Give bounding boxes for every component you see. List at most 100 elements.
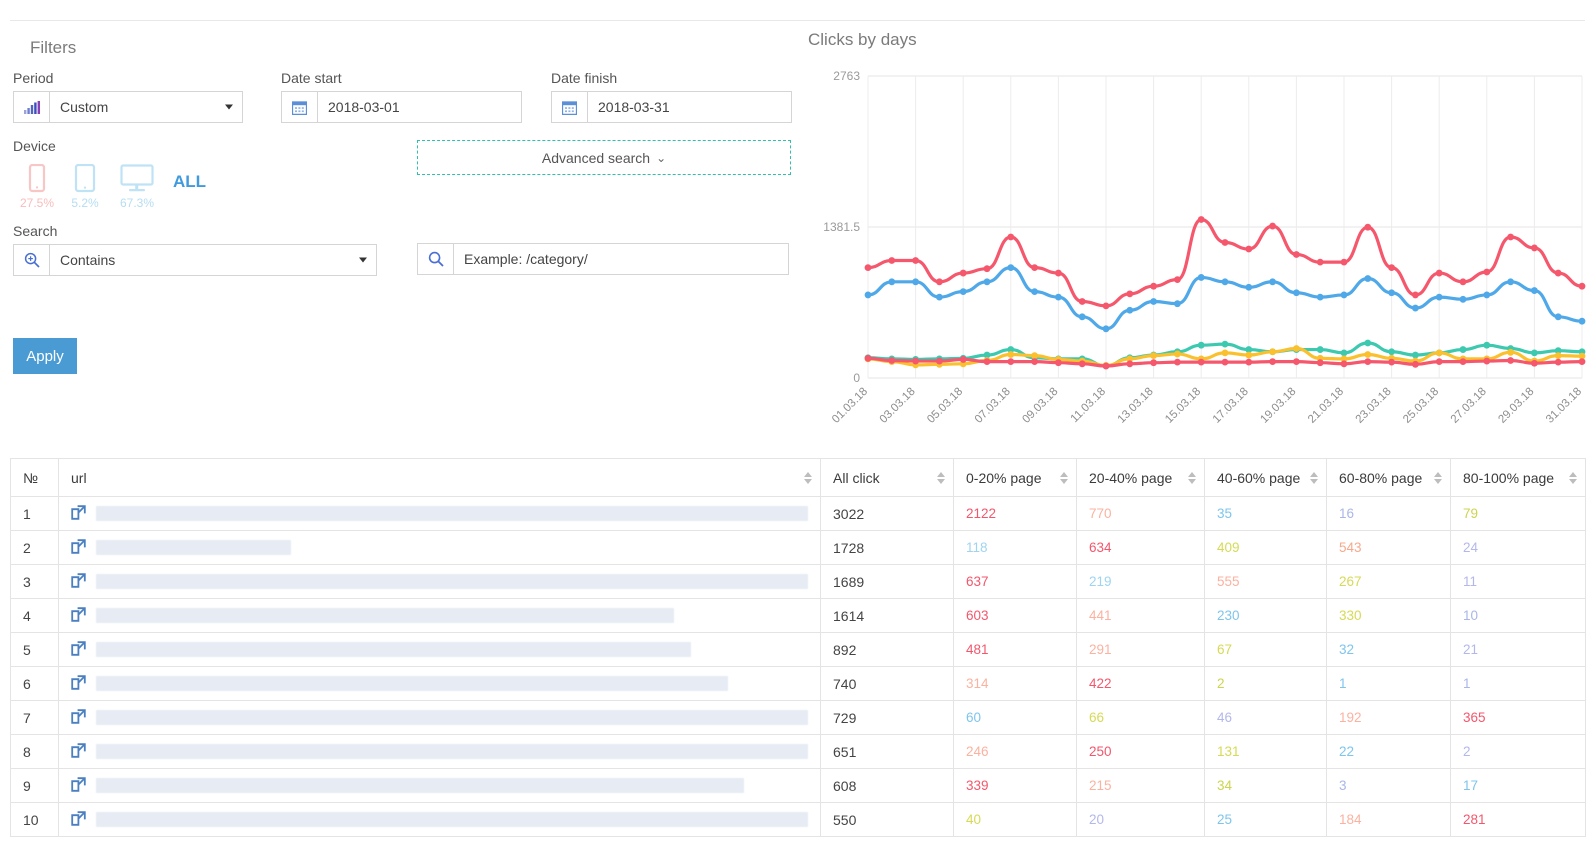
sort-arrows-icon[interactable]	[804, 471, 812, 484]
search-icon[interactable]	[417, 243, 453, 275]
search-mode-group[interactable]: Contains	[13, 244, 377, 276]
date-finish-value: 2018-03-31	[598, 99, 670, 115]
calendar-icon[interactable]	[281, 91, 317, 123]
table-header-url[interactable]: url	[58, 458, 821, 497]
date-finish-label: Date finish	[551, 70, 618, 86]
external-link-icon[interactable]	[71, 810, 86, 829]
row-metric-p60_80: 330	[1326, 598, 1451, 633]
clicks-chart-panel: Clicks by days 0 1381.5 2763 01.03.18 03.03.…	[806, 30, 1586, 440]
device-option-mobile[interactable]: 27.5%	[13, 164, 61, 210]
row-metric-p80_100: 10	[1450, 598, 1586, 633]
table-header-label: 80-100% page	[1463, 469, 1555, 486]
period-select-group[interactable]: Custom	[13, 91, 243, 123]
external-link-icon[interactable]	[71, 708, 86, 727]
svg-text:21.03.18: 21.03.18	[1306, 386, 1346, 426]
table-header-p20_40[interactable]: 20-40% page	[1076, 458, 1205, 497]
search-query-group[interactable]: Example: /category/	[417, 243, 789, 275]
redacted-url[interactable]	[96, 812, 808, 827]
row-all-click: 1689	[820, 564, 954, 599]
table-header-all_click[interactable]: All click	[820, 458, 954, 497]
bar-chart-icon	[13, 91, 49, 123]
row-metric-p40_60: 34	[1204, 768, 1327, 803]
zoom-in-icon	[13, 244, 49, 276]
device-pct-mobile: 27.5%	[19, 196, 55, 210]
redacted-url[interactable]	[96, 744, 808, 759]
table-header-label: url	[71, 469, 87, 486]
table-row: 2 1728 118 634 409 543 24	[10, 530, 1586, 565]
row-metric-p60_80: 32	[1326, 632, 1451, 667]
external-link-icon[interactable]	[71, 572, 86, 591]
row-metric-p20_40: 66	[1076, 700, 1205, 735]
row-number: 1	[10, 496, 59, 531]
row-all-click: 608	[820, 768, 954, 803]
row-url-cell	[58, 734, 821, 769]
svg-text:27.03.18: 27.03.18	[1449, 386, 1489, 426]
svg-text:17.03.18: 17.03.18	[1211, 386, 1251, 426]
external-link-icon[interactable]	[71, 538, 86, 557]
sort-arrows-icon[interactable]	[937, 471, 945, 484]
row-metric-p80_100: 24	[1450, 530, 1586, 565]
search-query-field: Example: /category/	[417, 243, 789, 275]
external-link-icon[interactable]	[71, 504, 86, 523]
svg-text:01.03.18: 01.03.18	[830, 386, 870, 426]
advanced-search-toggle[interactable]: Advanced search ⌄	[417, 140, 791, 175]
calendar-icon[interactable]	[551, 91, 587, 123]
search-input[interactable]: Example: /category/	[453, 243, 789, 275]
sort-arrows-icon[interactable]	[1569, 471, 1577, 484]
external-link-icon[interactable]	[71, 674, 86, 693]
row-metric-p20_40: 770	[1076, 496, 1205, 531]
svg-text:15.03.18: 15.03.18	[1163, 386, 1203, 426]
external-link-icon[interactable]	[71, 640, 86, 659]
period-label: Period	[13, 70, 54, 86]
redacted-url[interactable]	[96, 642, 691, 657]
date-start-input[interactable]: 2018-03-01	[317, 91, 522, 123]
date-finish-group[interactable]: 2018-03-31	[551, 91, 792, 123]
date-start-group[interactable]: 2018-03-01	[281, 91, 522, 123]
date-finish-input[interactable]: 2018-03-31	[587, 91, 792, 123]
date-start-label: Date start	[281, 70, 342, 86]
row-metric-p80_100: 365	[1450, 700, 1586, 735]
redacted-url[interactable]	[96, 676, 728, 691]
svg-text:25.03.18: 25.03.18	[1401, 386, 1441, 426]
desktop-icon	[120, 164, 154, 192]
apply-button[interactable]: Apply	[13, 338, 77, 374]
row-all-click: 1614	[820, 598, 954, 633]
device-option-all[interactable]: ALL	[173, 172, 206, 210]
svg-text:09.03.18: 09.03.18	[1020, 386, 1060, 426]
search-mode-select[interactable]: Contains	[49, 244, 377, 276]
redacted-url[interactable]	[96, 506, 808, 521]
redacted-url[interactable]	[96, 540, 291, 555]
device-option-tablet[interactable]: 5.2%	[61, 164, 109, 210]
header-divider	[10, 20, 1585, 21]
external-link-icon[interactable]	[71, 776, 86, 795]
external-link-icon[interactable]	[71, 606, 86, 625]
search-mode-value: Contains	[60, 252, 116, 268]
table-row: 10 550 40 20 25 184 281	[10, 802, 1586, 837]
sort-arrows-icon[interactable]	[1188, 471, 1196, 484]
row-number: 9	[10, 768, 59, 803]
sort-arrows-icon[interactable]	[1060, 471, 1068, 484]
table-header-p80_100[interactable]: 80-100% page	[1450, 458, 1586, 497]
row-metric-p60_80: 1	[1326, 666, 1451, 701]
table-header-p60_80[interactable]: 60-80% page	[1326, 458, 1451, 497]
table-header-p40_60[interactable]: 40-60% page	[1204, 458, 1327, 497]
row-url-cell	[58, 700, 821, 735]
redacted-url[interactable]	[96, 778, 744, 793]
sort-arrows-icon[interactable]	[1434, 471, 1442, 484]
period-select[interactable]: Custom	[49, 91, 243, 123]
row-number: 10	[10, 802, 59, 837]
redacted-url[interactable]	[96, 574, 808, 589]
chevron-down-icon	[225, 104, 233, 110]
row-metric-p40_60: 409	[1204, 530, 1327, 565]
redacted-url[interactable]	[96, 710, 808, 725]
svg-text:13.03.18: 13.03.18	[1116, 386, 1156, 426]
device-option-desktop[interactable]: 67.3%	[109, 164, 165, 210]
table-header-p0_20[interactable]: 0-20% page	[953, 458, 1077, 497]
external-link-icon[interactable]	[71, 742, 86, 761]
sort-arrows-icon[interactable]	[1310, 471, 1318, 484]
row-number: 2	[10, 530, 59, 565]
svg-text:2763: 2763	[833, 69, 860, 83]
redacted-url[interactable]	[96, 608, 674, 623]
row-url-cell	[58, 564, 821, 599]
device-pct-tablet: 5.2%	[71, 196, 99, 210]
